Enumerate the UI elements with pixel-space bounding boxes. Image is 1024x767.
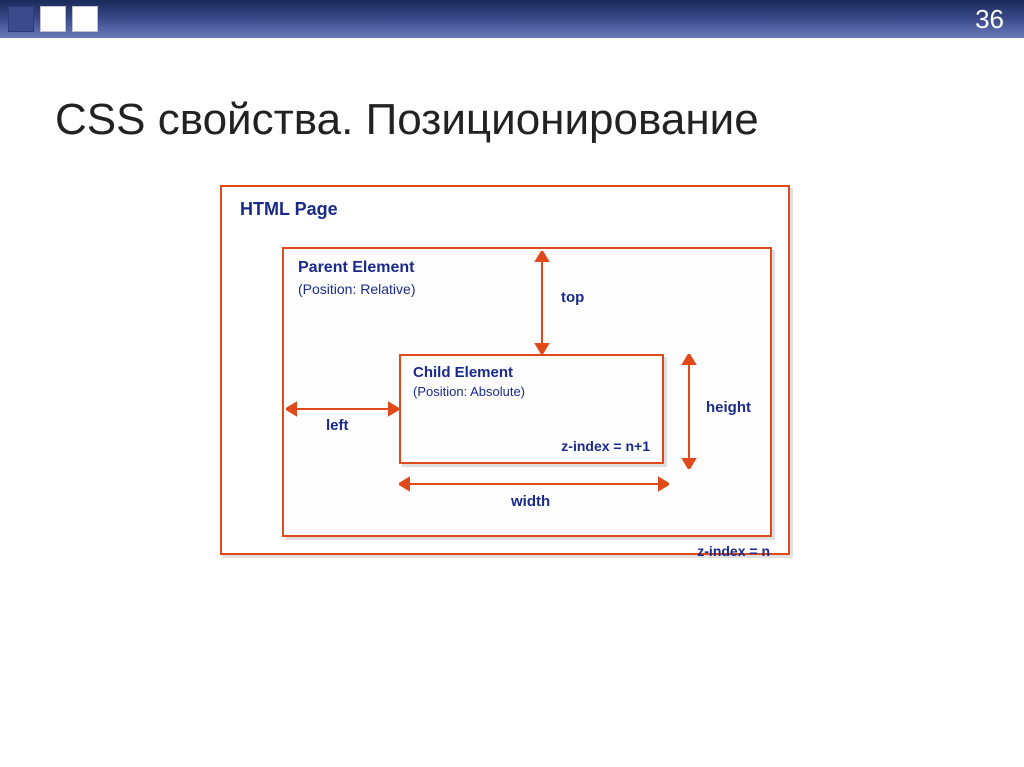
top-arrow-icon: [532, 251, 552, 354]
height-arrow-icon: [679, 354, 699, 469]
top-label: top: [559, 289, 586, 306]
child-element-box: Child Element (Position: Absolute) z-ind…: [399, 354, 664, 464]
width-label: width: [509, 493, 552, 510]
child-zindex: z-index = n+1: [561, 438, 650, 454]
parent-sublabel: (Position: Relative): [298, 281, 416, 297]
slide-header: 36: [0, 0, 1024, 38]
left-arrow-icon: [286, 399, 399, 419]
parent-element-box: Parent Element (Position: Relative) top …: [282, 247, 772, 537]
decor-square-icon: [40, 6, 66, 32]
left-label: left: [324, 417, 351, 434]
height-label: height: [704, 399, 753, 416]
html-page-box: HTML Page Parent Element (Position: Rela…: [220, 185, 790, 555]
slide-title: CSS свойства. Позиционирование: [55, 95, 759, 145]
child-label: Child Element: [413, 364, 513, 381]
header-squares: [0, 6, 98, 32]
child-sublabel: (Position: Absolute): [413, 384, 525, 399]
page-number: 36: [975, 4, 1024, 35]
parent-zindex: z-index = n: [697, 543, 770, 559]
width-arrow-icon: [399, 474, 669, 494]
positioning-diagram: HTML Page Parent Element (Position: Rela…: [220, 185, 800, 585]
decor-square-icon: [72, 6, 98, 32]
decor-square-icon: [8, 6, 34, 32]
parent-label: Parent Element: [298, 259, 414, 277]
html-page-label: HTML Page: [240, 199, 338, 220]
